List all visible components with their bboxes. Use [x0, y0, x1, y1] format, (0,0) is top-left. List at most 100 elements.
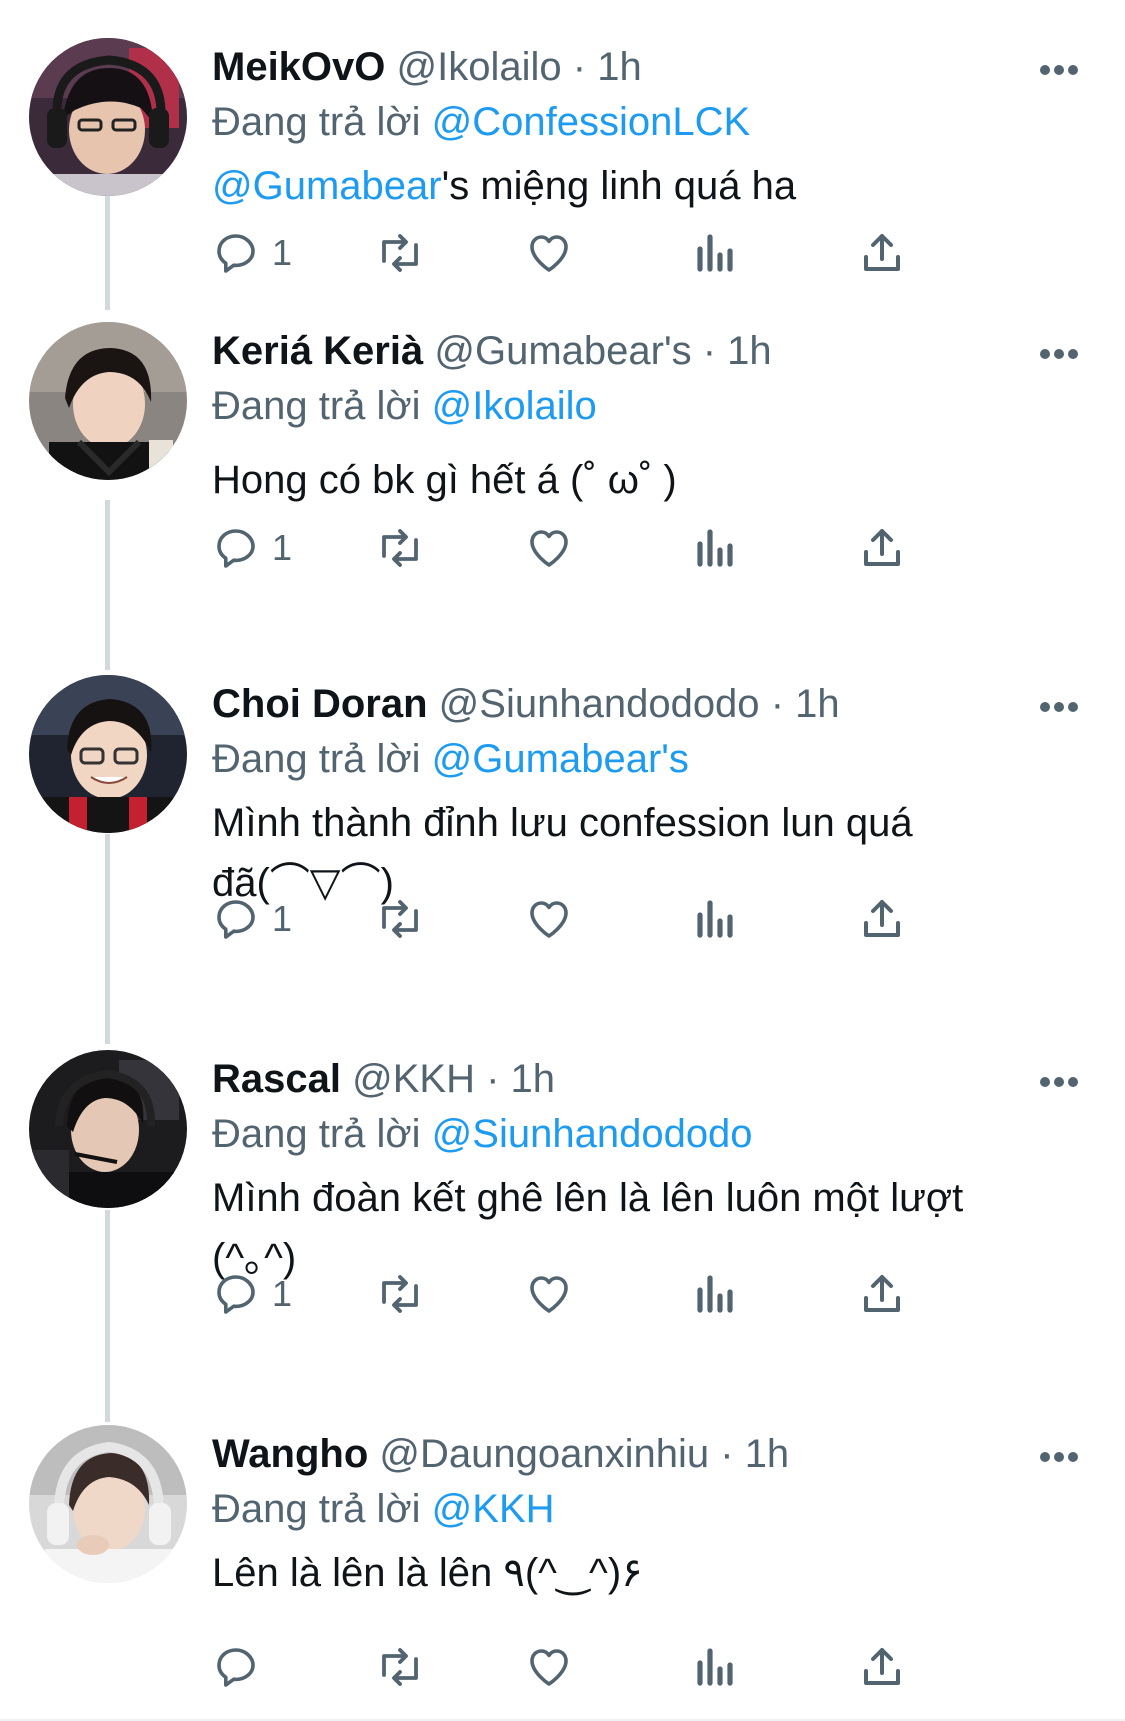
replying-to: Đang trả lời @KKH — [212, 1483, 1089, 1535]
tweet-body: Hong có bk gì hết á (˚ ω˚ ) — [212, 458, 677, 502]
tweet[interactable]: MeikOvO @Ikolailo · 1h Đang trả lời @Con… — [0, 38, 1125, 338]
retweet-button[interactable] — [374, 518, 426, 578]
analytics-icon — [697, 1275, 733, 1313]
reply-icon — [217, 1648, 255, 1687]
reply-icon — [217, 529, 255, 568]
share-button[interactable] — [860, 1637, 904, 1697]
replying-to-label: Đang trả lời — [212, 1112, 421, 1156]
tweet-body: 's miệng linh quá ha — [441, 164, 797, 208]
replying-to: Đang trả lời @Gumabear's — [212, 733, 1089, 785]
replying-to: Đang trả lời @Ikolailo — [212, 380, 1089, 432]
reply-icon — [217, 900, 255, 939]
tweet-text: Lên là lên là lên ٩(^‿^)۶ — [212, 1543, 1089, 1603]
like-button[interactable] — [524, 518, 574, 578]
user-handle[interactable]: @KKH — [352, 1057, 475, 1101]
display-name[interactable]: Keriá Kerià — [212, 329, 423, 373]
retweet-button[interactable] — [374, 889, 426, 949]
separator-dot: · — [702, 329, 717, 373]
tweet[interactable]: Wangho @Daungoanxinhiu · 1h Đang trả lời… — [0, 1425, 1125, 1721]
retweet-icon — [382, 1275, 418, 1313]
more-options-icon[interactable] — [1029, 685, 1089, 725]
avatar[interactable] — [29, 675, 187, 833]
analytics-icon — [697, 234, 733, 272]
action-bar: 1 — [212, 1264, 1012, 1324]
analytics-icon — [697, 1648, 733, 1686]
more-options-icon[interactable] — [1029, 1435, 1089, 1475]
reply-button[interactable] — [212, 1637, 272, 1697]
views-button[interactable] — [694, 1264, 738, 1324]
views-button[interactable] — [694, 518, 738, 578]
share-button[interactable] — [860, 223, 904, 283]
timestamp[interactable]: 1h — [727, 329, 772, 373]
more-options-icon[interactable] — [1029, 332, 1089, 372]
reply-button[interactable]: 1 — [212, 1264, 292, 1324]
user-handle[interactable]: @Ikolailo — [397, 45, 562, 89]
action-bar: 1 — [212, 889, 1012, 949]
like-button[interactable] — [524, 1637, 574, 1697]
replying-to-mention[interactable]: @KKH — [432, 1487, 555, 1531]
like-button[interactable] — [524, 1264, 574, 1324]
tweet[interactable]: Keriá Kerià @Gumabear's · 1h Đang trả lờ… — [0, 322, 1125, 622]
share-icon — [864, 1275, 900, 1312]
more-options-icon[interactable] — [1029, 1060, 1089, 1100]
retweet-button[interactable] — [374, 1637, 426, 1697]
reply-button[interactable]: 1 — [212, 223, 292, 283]
tweet-header: Keriá Kerià @Gumabear's · 1h — [212, 322, 1089, 380]
replying-to-label: Đang trả lời — [212, 737, 421, 781]
timestamp[interactable]: 1h — [745, 1432, 790, 1476]
avatar[interactable] — [29, 38, 187, 196]
replying-to-mention[interactable]: @ConfessionLCK — [432, 100, 751, 144]
reply-thread: MeikOvO @Ikolailo · 1h Đang trả lời @Con… — [0, 0, 1125, 1721]
user-handle[interactable]: @Siunhandododo — [439, 682, 760, 726]
separator-dot: · — [720, 1432, 734, 1476]
heart-icon — [530, 1276, 568, 1313]
replying-to: Đang trả lời @ConfessionLCK — [212, 96, 1089, 148]
reply-button[interactable]: 1 — [212, 518, 292, 578]
display-name[interactable]: Rascal — [212, 1057, 341, 1101]
views-button[interactable] — [694, 889, 738, 949]
separator-dot: · — [572, 45, 587, 89]
reply-count: 1 — [272, 232, 293, 273]
share-button[interactable] — [860, 1264, 904, 1324]
share-icon — [864, 234, 900, 271]
more-options-icon[interactable] — [1029, 48, 1089, 88]
replying-to-mention[interactable]: @Gumabear's — [432, 737, 689, 781]
retweet-button[interactable] — [374, 1264, 426, 1324]
retweet-button[interactable] — [374, 223, 426, 283]
reply-count: 1 — [272, 527, 293, 568]
share-button[interactable] — [860, 518, 904, 578]
views-button[interactable] — [694, 1637, 738, 1697]
timestamp[interactable]: 1h — [795, 682, 840, 726]
replying-to-label: Đang trả lời — [212, 384, 421, 428]
timestamp[interactable]: 1h — [597, 45, 642, 89]
replying-to-mention[interactable]: @Ikolailo — [432, 384, 597, 428]
avatar[interactable] — [29, 1050, 187, 1208]
share-icon — [864, 900, 900, 937]
user-handle[interactable]: @Gumabear's — [434, 329, 691, 373]
avatar[interactable] — [29, 322, 187, 480]
heart-icon — [530, 1649, 568, 1686]
views-button[interactable] — [694, 223, 738, 283]
tweet-header: Choi Doran @Siunhandododo · 1h — [212, 675, 1089, 733]
replying-to-label: Đang trả lời — [212, 1487, 421, 1531]
display-name[interactable]: Wangho — [212, 1432, 368, 1476]
share-button[interactable] — [860, 889, 904, 949]
timestamp[interactable]: 1h — [511, 1057, 556, 1101]
user-handle[interactable]: @Daungoanxinhiu — [379, 1432, 709, 1476]
tweet[interactable]: Rascal @KKH · 1h Đang trả lời @Siunhando… — [0, 1050, 1125, 1410]
like-button[interactable] — [524, 889, 574, 949]
reply-button[interactable]: 1 — [212, 889, 292, 949]
tweet-text: Hong có bk gì hết á (˚ ω˚ ) — [212, 450, 1089, 510]
tweet-header: Rascal @KKH · 1h — [212, 1050, 1089, 1108]
retweet-icon — [382, 900, 418, 938]
display-name[interactable]: MeikOvO — [212, 45, 385, 89]
heart-icon — [530, 901, 568, 938]
like-button[interactable] — [524, 223, 574, 283]
replying-to-label: Đang trả lời — [212, 100, 421, 144]
text-mention[interactable]: @Gumabear — [212, 164, 442, 208]
analytics-icon — [697, 900, 733, 938]
avatar[interactable] — [29, 1425, 187, 1583]
tweet[interactable]: Choi Doran @Siunhandododo · 1h Đang trả … — [0, 675, 1125, 1035]
replying-to-mention[interactable]: @Siunhandododo — [432, 1112, 753, 1156]
display-name[interactable]: Choi Doran — [212, 682, 428, 726]
